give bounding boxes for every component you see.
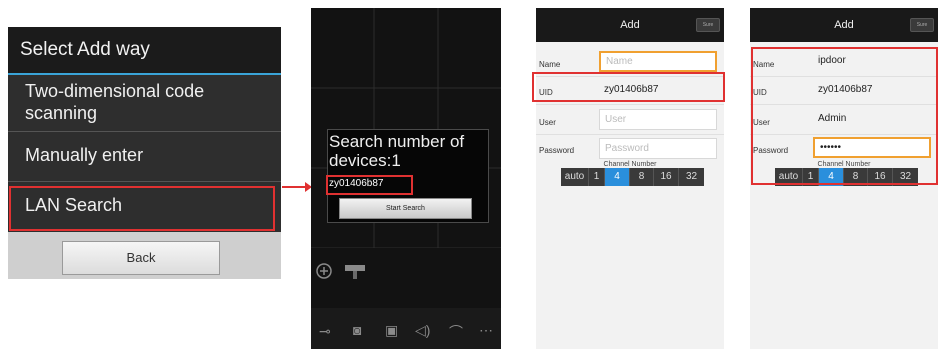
more-icon[interactable]: ⋯ [479, 322, 493, 339]
row-divider [536, 134, 724, 135]
highlight-filled-fields [751, 47, 938, 185]
highlight-found-uid [326, 175, 413, 195]
sure-button[interactable]: Sure [910, 18, 934, 32]
channel-8[interactable]: 8 [630, 168, 654, 186]
channel-16[interactable]: 16 [654, 168, 679, 186]
add-device-form-empty: Add Sure Name Name UID zy01406b87 User U… [536, 8, 724, 349]
camera-icon[interactable]: ◙ [353, 322, 361, 338]
option-qr-scan[interactable]: Two-dimensional code scanning [8, 80, 281, 124]
option-divider [8, 181, 281, 182]
talk-icon[interactable]: ⌒ [449, 322, 463, 342]
back-button[interactable]: Back [62, 241, 220, 275]
password-label: Password [539, 146, 575, 155]
channel-1[interactable]: 1 [589, 168, 605, 186]
ptz-icon[interactable] [344, 263, 366, 281]
channel-32[interactable]: 32 [679, 168, 704, 186]
option-manual-enter[interactable]: Manually enter [8, 144, 281, 166]
user-input[interactable]: User [599, 109, 717, 130]
add-circle-icon[interactable] [316, 263, 332, 279]
user-label: User [539, 118, 556, 127]
key-icon[interactable]: ⊸ [319, 323, 331, 340]
highlight-lan-search [9, 186, 275, 231]
row-divider [536, 104, 724, 105]
password-input[interactable]: Password [599, 138, 717, 159]
name-input[interactable]: Name [599, 51, 717, 72]
channel-number-label: Channel Number [603, 161, 657, 168]
dialog-title: Select Add way [8, 27, 281, 73]
name-label: Name [539, 60, 561, 69]
speaker-icon[interactable]: ◁) [415, 322, 430, 339]
channel-auto[interactable]: auto [561, 168, 589, 186]
option-divider [8, 131, 281, 132]
sure-button[interactable]: Sure [696, 18, 720, 32]
record-icon[interactable]: ▣ [385, 322, 398, 339]
start-search-button[interactable]: Start Search [339, 198, 472, 219]
highlight-uid-row [532, 72, 725, 102]
title-divider [8, 73, 281, 75]
bottom-toolbar [311, 308, 501, 349]
search-count-text: Search number of devices:1 [329, 132, 465, 170]
channel-4[interactable]: 4 [605, 168, 630, 186]
select-add-way-dialog: Select Add way Two-dimensional code scan… [8, 27, 281, 279]
